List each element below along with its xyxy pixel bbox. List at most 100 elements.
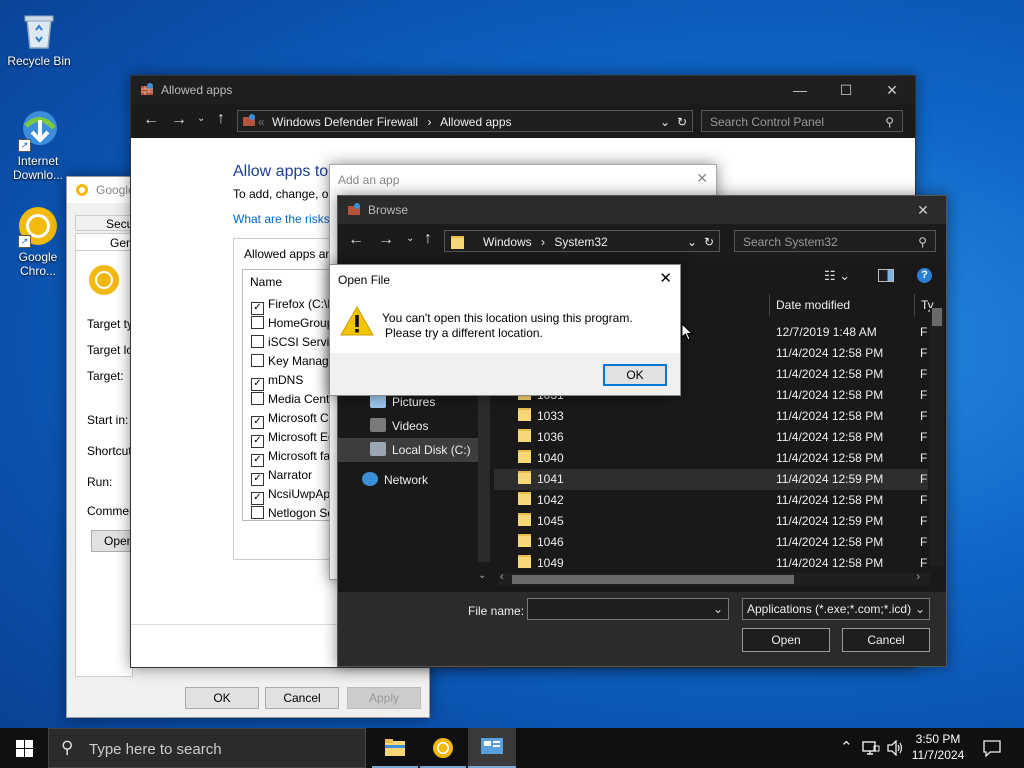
app-checkbox[interactable] <box>251 506 264 519</box>
notifications-icon[interactable] <box>983 739 1001 757</box>
app-list-item[interactable]: Key Manage <box>251 352 335 371</box>
msgbox-close-button[interactable]: ✕ <box>659 269 672 287</box>
tab-security[interactable]: Secu <box>75 215 133 231</box>
help-icon[interactable]: ? <box>917 268 932 283</box>
app-list-item[interactable]: HomeGroup <box>251 314 333 333</box>
app-list-item[interactable]: ✓ Firefox (C:\P <box>251 295 335 315</box>
properties-apply-button: Apply <box>347 687 421 709</box>
app-checkbox[interactable] <box>251 354 264 367</box>
file-row[interactable]: 1049 11/4/2024 12:58 PM Fi <box>494 553 928 574</box>
file-row[interactable]: 1041 11/4/2024 12:59 PM Fi <box>494 469 928 490</box>
forward-arrow-icon[interactable]: → <box>378 231 394 249</box>
file-row[interactable]: 1033 11/4/2024 12:58 PM Fi <box>494 406 928 427</box>
preview-pane-icon[interactable] <box>878 269 894 282</box>
right-scroll-arrow-icon[interactable]: › <box>916 571 920 583</box>
taskbar-search-box[interactable]: ⚲ Type here to search <box>48 728 366 768</box>
search-system32-input[interactable]: Search System32 ⚲ <box>734 230 936 252</box>
address-dropdown-icon[interactable]: ⌄ <box>687 231 697 253</box>
browse-address-bar[interactable]: Windows › System32 ⌄ ↻ <box>444 230 720 252</box>
vertical-scroll-thumb[interactable] <box>932 308 942 326</box>
horizontal-scrollbar[interactable]: ‹ › <box>498 571 930 586</box>
refresh-icon[interactable]: ↻ <box>704 231 714 253</box>
view-options-icon[interactable]: ☷ ⌄ <box>824 268 850 284</box>
nav-item-network[interactable]: Network <box>338 468 478 492</box>
desktop-icon-recycle-bin[interactable]: Recycle Bin <box>1 8 77 68</box>
show-hidden-icons-chevron-icon[interactable]: ⌃ <box>840 738 853 756</box>
open-file-location-button[interactable]: Open <box>91 530 133 552</box>
search-control-panel-input[interactable]: Search Control Panel ⚲ <box>701 110 903 132</box>
column-header-date-modified[interactable]: Date modified <box>769 294 916 316</box>
browse-open-button[interactable]: Open <box>742 628 830 652</box>
address-dropdown-icon[interactable]: ⌄ <box>660 111 670 133</box>
network-status-icon[interactable] <box>862 740 880 756</box>
nav-item-local-disk[interactable]: Local Disk (C:) <box>338 438 478 462</box>
file-name-dropdown-icon[interactable]: ⌄ <box>713 599 723 619</box>
up-arrow-icon[interactable]: ↑ <box>217 110 225 128</box>
app-checkbox[interactable] <box>251 392 264 405</box>
taskbar-control-panel[interactable] <box>468 728 516 768</box>
app-list-item[interactable]: Netlogon Se <box>251 504 334 520</box>
taskbar-chrome[interactable] <box>420 728 466 768</box>
windows-start-icon[interactable] <box>16 740 33 757</box>
file-row[interactable]: 1040 11/4/2024 12:58 PM Fi <box>494 448 928 469</box>
nav-scroll-down-icon[interactable]: ⌄ <box>478 570 486 581</box>
tab-general[interactable]: Gen <box>75 233 133 251</box>
app-checkbox[interactable] <box>251 316 264 329</box>
app-list-item[interactable]: ✓ mDNS <box>251 371 303 391</box>
recent-locations-chevron-icon[interactable]: ⌄ <box>406 233 414 244</box>
app-list-item[interactable]: ✓ NcsiUwpApp <box>251 485 337 505</box>
up-arrow-icon[interactable]: ↑ <box>424 230 432 248</box>
add-an-app-close-button[interactable]: ✕ <box>696 170 708 187</box>
vertical-scrollbar[interactable] <box>930 308 944 566</box>
file-date-modified: 11/4/2024 12:58 PM <box>776 493 884 507</box>
browse-close-button[interactable]: ✕ <box>900 196 946 224</box>
horizontal-scroll-thumb[interactable] <box>512 575 794 584</box>
taskbar-file-explorer[interactable] <box>372 728 418 768</box>
file-row[interactable]: 1036 11/4/2024 12:58 PM Fi <box>494 427 928 448</box>
app-list-item[interactable]: ✓ Microsoft Ed <box>251 428 335 448</box>
desktop-icon-internet-download-manager[interactable]: ↗ Internet Downlo... <box>0 108 76 182</box>
app-name: Microsoft Ed <box>268 430 335 444</box>
recent-locations-chevron-icon[interactable]: ⌄ <box>197 113 205 124</box>
file-row[interactable]: 1042 11/4/2024 12:58 PM Fi <box>494 490 928 511</box>
forward-arrow-icon[interactable]: → <box>171 111 187 129</box>
file-row[interactable]: 1045 11/4/2024 12:59 PM Fi <box>494 511 928 532</box>
breadcrumb-windows[interactable]: Windows <box>483 235 532 249</box>
filter-dropdown-icon[interactable]: ⌄ <box>915 599 925 619</box>
breadcrumb-system32[interactable]: System32 <box>554 235 607 249</box>
firewall-risks-link[interactable]: What are the risks <box>233 212 330 226</box>
breadcrumb-firewall[interactable]: Windows Defender Firewall <box>272 115 418 129</box>
volume-icon[interactable] <box>886 740 904 756</box>
close-button[interactable]: ✕ <box>869 76 915 104</box>
app-name: Microsoft Co <box>268 411 336 425</box>
properties-ok-button[interactable]: OK <box>185 687 259 709</box>
recycle-bin-icon <box>17 8 61 52</box>
refresh-icon[interactable]: ↻ <box>677 111 687 133</box>
msgbox-ok-button[interactable]: OK <box>603 364 667 386</box>
app-list-item[interactable]: ✓ Microsoft fa <box>251 447 330 467</box>
properties-cancel-button[interactable]: Cancel <box>265 687 339 709</box>
minimize-button[interactable]: — <box>777 76 823 104</box>
msgbox-title: Open File <box>338 273 391 287</box>
app-list-item[interactable]: Media Cente <box>251 390 336 409</box>
app-list-item[interactable]: ✓ Narrator <box>251 466 312 486</box>
name-column-header[interactable]: Name <box>250 275 282 289</box>
maximize-button[interactable]: ☐ <box>823 76 869 104</box>
taskbar-clock[interactable]: 3:50 PM 11/7/2024 <box>906 731 970 763</box>
file-row[interactable]: 1046 11/4/2024 12:58 PM Fi <box>494 532 928 553</box>
file-type-filter-select[interactable]: Applications (*.exe;*.com;*.icd) ⌄ <box>742 598 930 620</box>
firewall-address-bar[interactable]: « Windows Defender Firewall › Allowed ap… <box>237 110 693 132</box>
folder-icon <box>518 429 531 442</box>
app-list-item[interactable]: ✓ Microsoft Co <box>251 409 336 429</box>
left-scroll-arrow-icon[interactable]: ‹ <box>500 571 504 583</box>
file-name-input[interactable]: ⌄ <box>527 598 729 620</box>
folder-icon <box>518 555 531 568</box>
desktop-icon-google-chrome[interactable]: ↗ Google Chro... <box>0 204 76 278</box>
back-arrow-icon[interactable]: ← <box>143 111 159 129</box>
app-checkbox[interactable] <box>251 335 264 348</box>
back-arrow-icon[interactable]: ← <box>348 231 364 249</box>
breadcrumb-allowed-apps[interactable]: Allowed apps <box>440 115 511 129</box>
nav-item-videos[interactable]: Videos <box>338 414 478 438</box>
browse-cancel-button[interactable]: Cancel <box>842 628 930 652</box>
file-name: 1045 <box>537 514 564 528</box>
